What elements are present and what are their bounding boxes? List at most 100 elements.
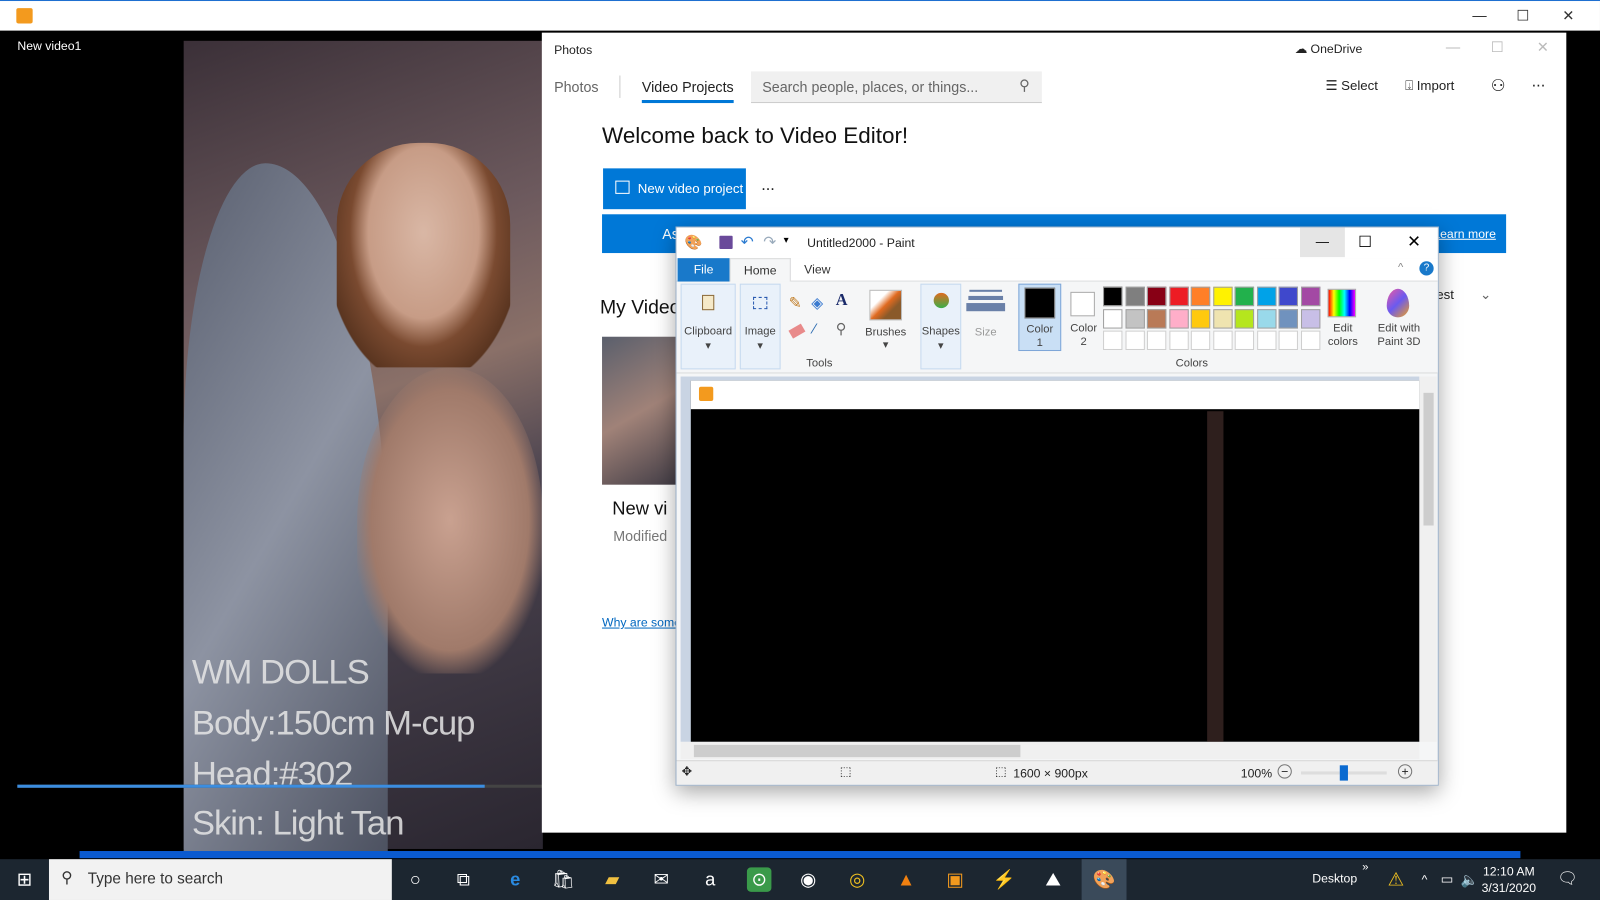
tab-video-projects[interactable]: Video Projects (641, 79, 734, 104)
paint-maximize[interactable]: ☐ (1358, 233, 1372, 251)
palette-swatch[interactable] (1212, 308, 1233, 329)
warning-icon[interactable]: ⚠ (1384, 867, 1408, 891)
custom-color-slot[interactable] (1278, 330, 1298, 350)
custom-color-slot[interactable] (1300, 330, 1320, 350)
palette-swatch[interactable] (1256, 286, 1277, 307)
redo-icon[interactable]: ↷ (763, 233, 776, 251)
palette-swatch[interactable] (1278, 308, 1298, 329)
canvas[interactable] (690, 380, 1420, 742)
pencil-icon[interactable]: ✎ (789, 294, 802, 312)
palette-swatch[interactable] (1190, 308, 1211, 329)
palette-swatch[interactable] (1103, 308, 1123, 329)
show-hidden-icons[interactable]: ^ (1412, 867, 1436, 891)
paint-taskbar-icon[interactable]: 🎨 (1081, 859, 1127, 900)
desktop-toolbar[interactable]: Desktop (1312, 871, 1357, 885)
close-button[interactable]: ✕ (1562, 7, 1574, 24)
edit-with-paint3d-button[interactable]: Edit with Paint 3D (1370, 286, 1427, 351)
palette-swatch[interactable] (1234, 286, 1255, 307)
custom-color-slot[interactable] (1234, 330, 1255, 350)
help-icon[interactable]: ? (1419, 261, 1434, 276)
size-button[interactable]: Size (967, 284, 1004, 355)
photos-icon[interactable]: ⛰ (1041, 867, 1065, 891)
new-project-more[interactable]: ... (761, 177, 775, 195)
photos-minimize[interactable]: — (1446, 39, 1460, 55)
palette-swatch[interactable] (1234, 308, 1255, 329)
task-view-icon[interactable]: ⧉ (451, 867, 475, 891)
palette-swatch[interactable] (1190, 286, 1211, 307)
custom-color-slot[interactable] (1168, 330, 1189, 350)
palette-swatch[interactable] (1300, 286, 1320, 307)
select-button[interactable]: ☰ Select (1325, 78, 1377, 94)
search-icon[interactable]: ⚲ (1019, 77, 1029, 94)
person-icon[interactable]: ⚇ (1491, 76, 1506, 96)
palette-swatch[interactable] (1212, 286, 1233, 307)
why-link[interactable]: Why are some (602, 615, 681, 629)
palette-swatch[interactable] (1168, 308, 1189, 329)
camera-icon[interactable]: ◉ (796, 867, 820, 891)
volume-icon[interactable]: 🔈 (1457, 867, 1481, 891)
network-icon[interactable]: ▭ (1435, 867, 1459, 891)
card-title[interactable]: New vi (612, 498, 667, 519)
text-icon[interactable]: A (836, 292, 848, 310)
color1-button[interactable]: Color 1 (1018, 283, 1062, 352)
start-button[interactable]: ⊞ (12, 867, 36, 891)
notifications-icon[interactable]: 🗨 (1555, 867, 1579, 891)
import-button[interactable]: ⍗ Import (1405, 78, 1454, 94)
zoom-slider[interactable] (1301, 765, 1387, 781)
vlc-icon[interactable]: ▲ (894, 867, 918, 891)
paint-close[interactable]: ✕ (1407, 232, 1421, 252)
shapes-button[interactable]: Shapes ▾ (920, 283, 962, 370)
save-icon[interactable] (719, 235, 733, 249)
onedrive-button[interactable]: ☁ OneDrive (1295, 42, 1362, 56)
more-button[interactable]: ... (1532, 73, 1546, 91)
search-input[interactable]: Search people, places, or things... ⚲ (751, 71, 1042, 104)
mail-icon[interactable]: ✉ (649, 867, 673, 891)
palette-swatch[interactable] (1300, 308, 1320, 329)
palette-swatch[interactable] (1256, 308, 1277, 329)
tab-photos[interactable]: Photos (554, 79, 598, 95)
clipboard-button[interactable]: Clipboard ▾ (680, 283, 736, 370)
color-picker-icon[interactable]: ⁄ (813, 320, 815, 336)
zoom-out-button[interactable]: − (1277, 764, 1292, 779)
image-button[interactable]: Image ▾ (739, 283, 781, 370)
magnifier-icon[interactable]: ⚲ (836, 320, 846, 337)
custom-color-slot[interactable] (1146, 330, 1167, 350)
media-tool-icon[interactable]: ⚡ (992, 867, 1016, 891)
cortana-icon[interactable]: ○ (403, 867, 427, 891)
vertical-scrollbar[interactable] (1419, 376, 1437, 742)
paint-minimize[interactable]: — (1299, 227, 1345, 258)
photos-maximize[interactable]: ☐ (1491, 39, 1504, 56)
custom-color-slot[interactable] (1190, 330, 1211, 350)
taskbar-search[interactable]: ⚲ Type here to search (48, 859, 392, 900)
custom-color-slot[interactable] (1212, 330, 1233, 350)
learn-more-link[interactable]: Learn more (1433, 227, 1496, 241)
palette-swatch[interactable] (1278, 286, 1298, 307)
custom-color-slot[interactable] (1124, 330, 1145, 350)
sort-dropdown[interactable]: vest ⌄ (1430, 287, 1492, 303)
palette-swatch[interactable] (1146, 308, 1167, 329)
chrome-icon[interactable]: ◎ (845, 867, 869, 891)
maximize-button[interactable]: ☐ (1516, 7, 1529, 24)
customize-icon[interactable]: ▾ (784, 235, 789, 246)
toolbar-expand-icon[interactable]: » (1362, 861, 1368, 873)
fill-icon[interactable]: ◈ (811, 294, 823, 312)
palette-swatch[interactable] (1124, 308, 1145, 329)
zoom-slider-thumb[interactable] (1339, 765, 1348, 781)
tab-view[interactable]: View (797, 258, 838, 281)
new-video-project-button[interactable]: New video project (603, 168, 746, 210)
palette-swatch[interactable] (1124, 286, 1145, 307)
eraser-icon[interactable] (788, 323, 806, 339)
tripadvisor-icon[interactable]: ⊙ (746, 867, 772, 892)
color2-button[interactable]: Color 2 (1063, 284, 1104, 351)
undo-icon[interactable]: ↶ (741, 233, 754, 251)
custom-color-slot[interactable] (1256, 330, 1277, 350)
file-explorer-icon[interactable]: ▰ (600, 867, 624, 891)
edge-icon[interactable]: e (503, 867, 527, 891)
photos-close[interactable]: ✕ (1537, 39, 1549, 56)
palette-swatch[interactable] (1168, 286, 1189, 307)
video-player-icon[interactable]: ▣ (943, 867, 967, 891)
zoom-in-button[interactable]: + (1397, 764, 1413, 779)
store-icon[interactable]: 🛍 (551, 867, 575, 891)
palette-swatch[interactable] (1146, 286, 1167, 307)
palette-swatch[interactable] (1103, 286, 1123, 307)
